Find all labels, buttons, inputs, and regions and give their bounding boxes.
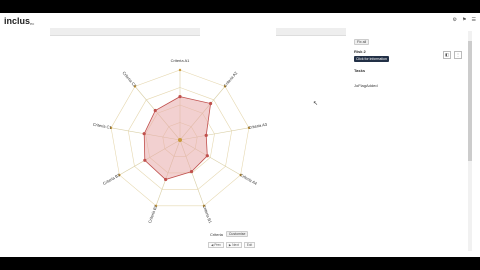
axis-end-marker <box>178 68 182 72</box>
data-point <box>142 132 146 136</box>
axis-label: Criteria A4 <box>239 172 258 186</box>
bottom-letterbox <box>0 257 480 270</box>
app-window: inclusec ⚙ ⚑ ☰ Fix all Risk 2 Click for … <box>0 13 480 257</box>
data-point <box>178 95 182 99</box>
data-point <box>204 133 208 137</box>
axis-label: Criteria C2 <box>121 70 138 88</box>
axis-label: Criteria B3 <box>102 172 122 186</box>
data-point <box>143 158 147 162</box>
prev-button[interactable]: ◀ Prev <box>208 242 224 248</box>
exit-button[interactable]: Exit <box>243 242 256 248</box>
radar-chart: Criteria A1 Criteria A2 Criteria A3 Criteri… <box>92 58 268 224</box>
axis-label: Criteria B2 <box>147 204 158 224</box>
criteria-label: Criteria <box>210 231 223 237</box>
data-point <box>208 101 213 106</box>
center-marker <box>178 138 182 142</box>
data-point <box>189 169 194 174</box>
mouse-cursor-icon: ↖ <box>313 101 319 107</box>
top-letterbox <box>0 0 480 13</box>
axis-label: Criteria C1 <box>92 122 112 130</box>
axis-label: Criteria A1 <box>171 58 190 63</box>
data-point <box>205 154 209 158</box>
footer-buttons: ◀ Prev ▶ Next Exit <box>208 242 256 248</box>
criteria-footer: Criteria Customise <box>210 231 249 237</box>
data-point <box>164 177 168 182</box>
customise-pill[interactable]: Customise <box>225 231 249 237</box>
next-button[interactable]: ▶ Next <box>225 242 242 248</box>
axis-label: Criteria A2 <box>223 70 239 88</box>
axis-label: Criteria A3 <box>248 122 268 130</box>
data-point <box>153 108 157 113</box>
axis-label: Criteria B1 <box>202 204 213 224</box>
